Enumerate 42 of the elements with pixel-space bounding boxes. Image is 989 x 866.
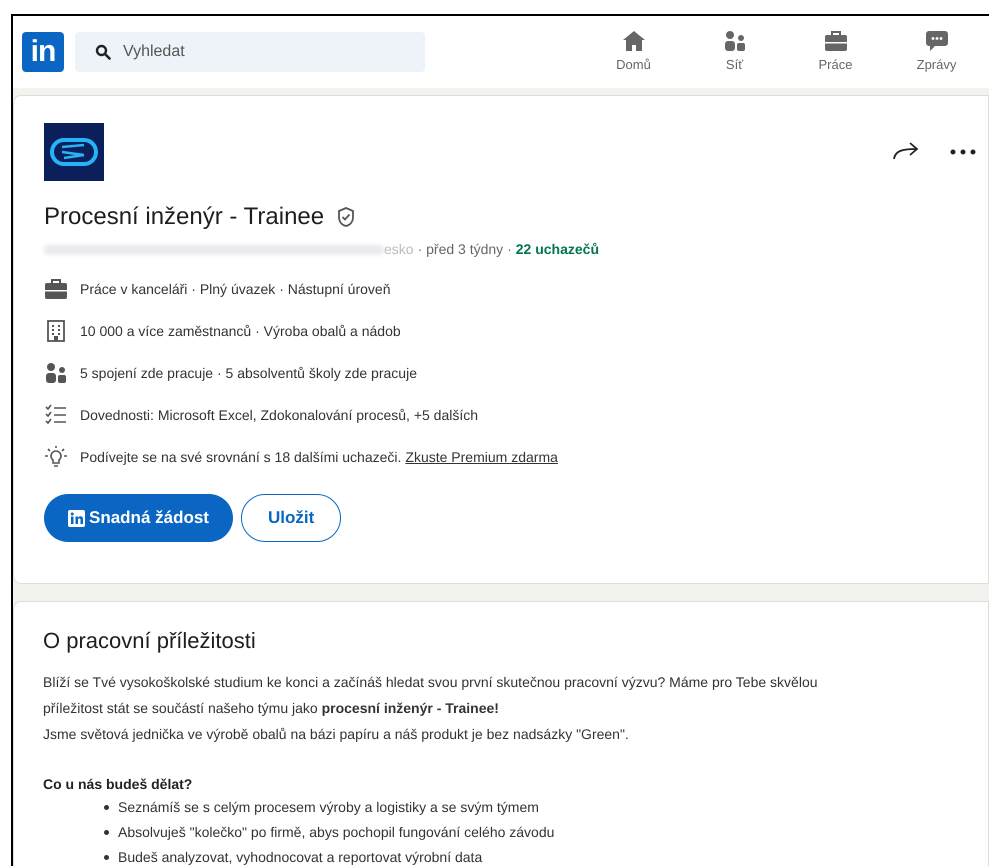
job-fact: Práce v kanceláři · Plný úvazek · Nástupní úroveň (80, 280, 390, 299)
people-icon (722, 30, 746, 52)
verified-shield-icon (336, 206, 356, 228)
bullet-icon (104, 805, 109, 810)
company-logo (44, 123, 104, 181)
section-heading: O pracovní příležitosti (43, 627, 257, 655)
premium-link[interactable]: Zkuste Premium zdarma (405, 446, 558, 468)
job-fact: Dovednosti: Microsoft Excel, Zdokonalování procesů, +5 dalších (80, 406, 478, 425)
linkedin-logo[interactable]: in (22, 32, 64, 72)
home-icon (622, 30, 646, 52)
share-icon[interactable] (892, 141, 920, 161)
job-fact: Podívejte se na své srovnání s 18 dalšími uchazeči. (80, 448, 402, 467)
more-icon[interactable] (950, 149, 976, 155)
briefcase-icon (824, 30, 848, 52)
job-fact: 10 000 a více zaměstnanců · Výroba obalů a nádob (80, 322, 401, 341)
description-subheading: Co u nás budeš dělat? (43, 775, 194, 794)
lightbulb-icon (44, 446, 68, 468)
job-title: Procesní inženýr - Trainee (44, 202, 324, 232)
people-icon (44, 362, 68, 384)
nav-item[interactable]: Práce (785, 30, 886, 74)
bullet-icon (104, 830, 109, 835)
checklist-icon (44, 404, 68, 426)
building-icon (44, 320, 68, 342)
job-fact: 5 spojení zde pracuje · 5 absolventů školy zde pracuje (80, 364, 417, 383)
list-item: Budeš analyzovat, vyhodnocovat a reportovat výrobní data (118, 848, 482, 866)
briefcase-icon (44, 278, 68, 300)
save-button[interactable]: Uložit (240, 494, 342, 542)
applicant-count: 22 uchazečů (516, 240, 599, 259)
bullet-icon (104, 855, 109, 860)
nav-item[interactable]: Domů (583, 30, 684, 74)
linkedin-icon (68, 510, 85, 526)
chat-bubble-icon (924, 30, 948, 52)
list-item: Seznámíš se s celým procesem výroby a logistiky a se svým týmem (118, 798, 539, 817)
nav-item[interactable]: Síť (684, 30, 785, 74)
nav-item[interactable]: Zprávy (886, 30, 987, 74)
easy-apply-button[interactable]: Snadná žádost (44, 494, 233, 542)
description-paragraph: Blíží se Tvé vysokoškolské studium ke konci a začínáš hledat svou první skutečnou pracovní výzvu? Máme pro Tebe skvělou příležitost stát se součástí našeho týmu jako procesní inženýr - Trainee! Jsme světová jednička ve výrobě obalů na bázi papíru a náš produkt je bez nadsázky "Green". (43, 673, 819, 744)
job-location: esko (384, 240, 414, 259)
search-icon (95, 44, 111, 60)
posted-time: · před 3 týdny · (418, 240, 512, 259)
search-field[interactable]: Vyhledat (75, 32, 425, 72)
list-item: Absolvuješ "kolečko" po firmě, abys pochopil fungování celého závodu (118, 823, 554, 842)
